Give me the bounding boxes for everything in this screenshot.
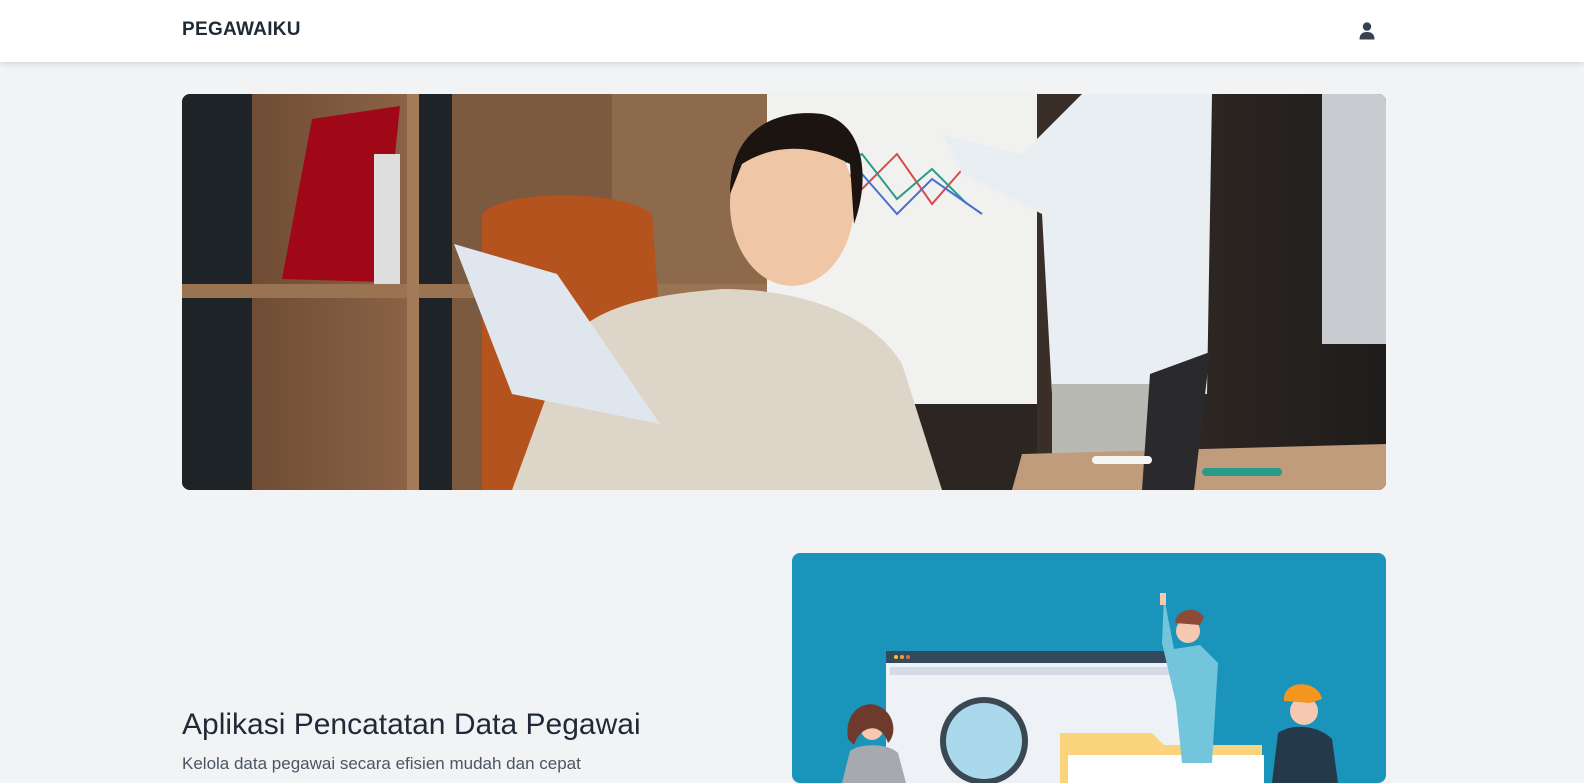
office-photo xyxy=(182,94,1386,490)
hero-banner xyxy=(182,94,1386,490)
brand-logo[interactable]: PEGAWAIKU xyxy=(182,19,301,41)
top-navbar: PEGAWAIKU xyxy=(0,0,1584,62)
user-icon xyxy=(1359,22,1375,40)
user-account-button[interactable] xyxy=(1356,20,1378,42)
page-description: Kelola data pegawai secara efisien mudah… xyxy=(182,754,581,773)
illustration-card xyxy=(792,553,1386,783)
page-title: Aplikasi Pencatatan Data Pegawai xyxy=(182,708,641,741)
data-search-illustration xyxy=(842,593,1338,783)
